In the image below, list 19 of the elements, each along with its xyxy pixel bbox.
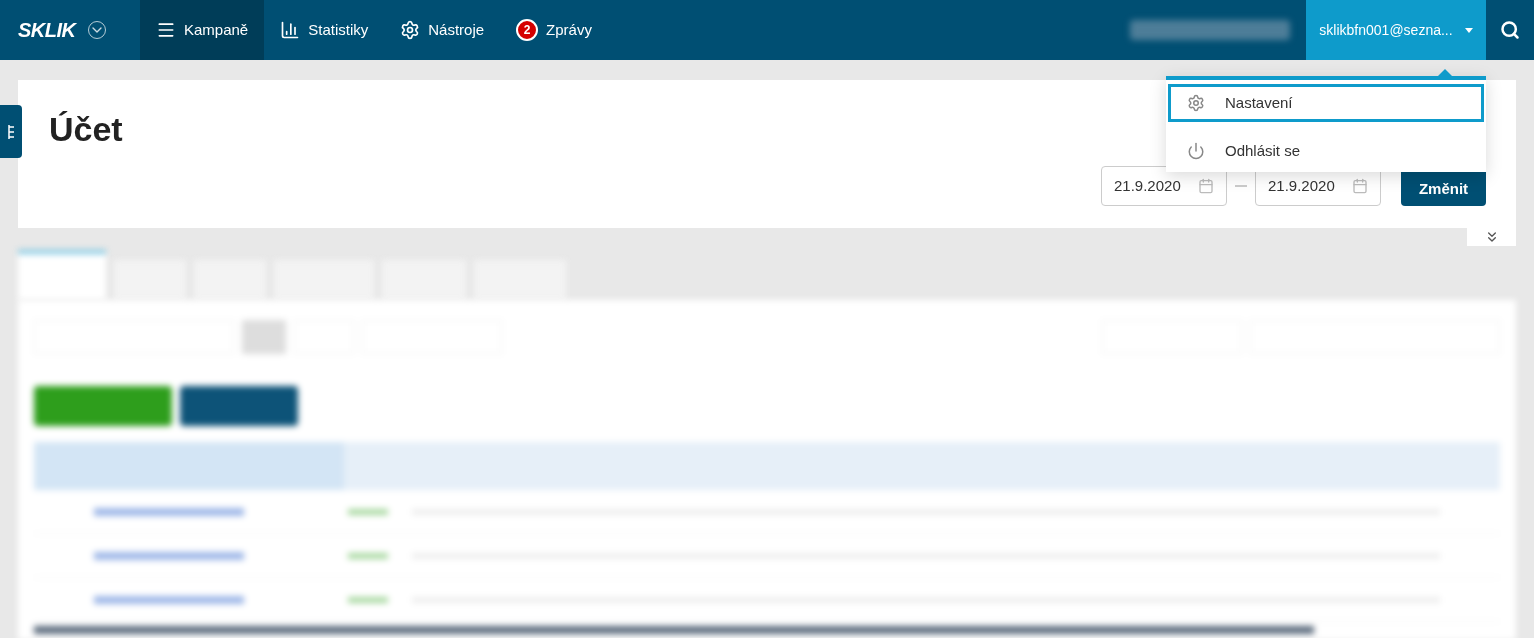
nav-tab[interactable]: 2 Zprávy	[500, 0, 608, 60]
logo[interactable]: SKLIK	[18, 15, 76, 45]
notification-badge: 2	[516, 19, 539, 41]
power-icon	[1187, 142, 1205, 160]
nav-tab[interactable]: Kampaně	[140, 0, 265, 60]
nav-tab[interactable]: Statistiky	[264, 0, 385, 60]
menu-icon	[156, 20, 176, 40]
bar-chart-icon	[280, 20, 301, 40]
nav-tab[interactable]: Nástroje	[384, 0, 501, 60]
search-icon	[1500, 20, 1520, 40]
tree-icon	[6, 123, 16, 140]
collapse-button[interactable]	[1467, 228, 1516, 246]
side-panel-toggle[interactable]	[0, 105, 22, 158]
settings-icon	[400, 20, 421, 40]
settings-icon	[1187, 94, 1205, 112]
caret-icon	[1464, 27, 1473, 33]
date-range-dash	[1235, 185, 1247, 187]
page-title: Účet	[49, 109, 123, 150]
menu-item[interactable]: Nastavení	[1168, 84, 1484, 122]
